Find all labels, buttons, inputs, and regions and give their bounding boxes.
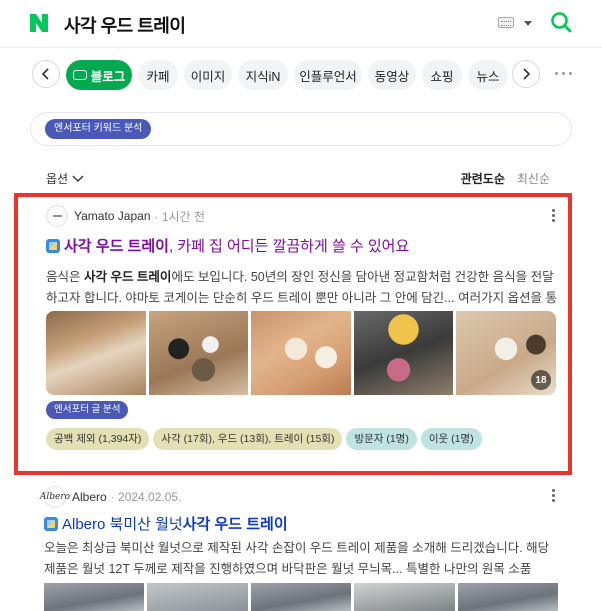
thumbnail[interactable]: [353, 311, 454, 395]
image-post-icon: [46, 238, 60, 253]
vertical-tabs: 블로그 카페 이미지 지식iN 인플루언서 동영상 쇼핑 뉴스: [0, 56, 602, 96]
thumbnail[interactable]: [148, 311, 249, 395]
tab-news[interactable]: 뉴스: [468, 60, 508, 90]
source-name: Albero: [72, 490, 107, 504]
post-analysis-button[interactable]: 엔서포터 글 분석: [46, 401, 129, 419]
sort-relevance[interactable]: 관련도순: [461, 170, 505, 187]
keyboard-icon[interactable]: [498, 17, 514, 28]
image-count-badge: 18: [530, 370, 551, 390]
post-date: · 2024.02.05.: [110, 490, 182, 504]
keyword-analysis-button[interactable]: 엔서포터 키워드 분석: [45, 119, 152, 139]
chip-visitors: 방문자 (1명): [346, 428, 417, 450]
thumbnail[interactable]: [354, 583, 455, 611]
tab-cafe[interactable]: 카페: [138, 60, 178, 90]
chip-neighbors: 이웃 (1명): [420, 428, 482, 450]
thumbnail[interactable]: [147, 583, 248, 611]
chevron-left-icon: [41, 68, 49, 80]
result-title[interactable]: Albero 북미산 월넛 사각 우드 트레이: [44, 513, 288, 534]
thumbnail[interactable]: 18: [456, 311, 556, 395]
search-query[interactable]: 사각 우드 트레이: [64, 12, 186, 38]
thumbnail[interactable]: [250, 583, 352, 611]
image-gallery: 18: [46, 311, 556, 395]
result-title[interactable]: 사각 우드 트레이, 카페 집 어디든 깔끔하게 쓸 수 있어요: [46, 235, 409, 256]
options-toggle[interactable]: 옵션: [46, 170, 84, 187]
chip-keyword-counts: 사각 (17회), 우드 (13회), 트레이 (15회): [153, 428, 343, 450]
tab-kin[interactable]: 지식iN: [238, 60, 288, 90]
tab-influencer[interactable]: 인플루언서: [294, 60, 362, 90]
result-source[interactable]: Yamato Japan · 1시간 전: [46, 205, 205, 227]
kebab-menu-icon[interactable]: [552, 489, 556, 503]
analysis-chips: 공백 제외 (1,394자) 사각 (17회), 우드 (13회), 트레이 (…: [46, 428, 482, 450]
tab-images[interactable]: 이미지: [184, 60, 232, 90]
sort-recent[interactable]: 최신순: [517, 170, 550, 187]
highlighted-result: Yamato Japan · 1시간 전 사각 우드 트레이, 카페 집 어디든…: [14, 193, 572, 475]
source-name: Yamato Japan: [74, 209, 151, 223]
thumbnail[interactable]: [251, 311, 351, 395]
tabs-prev-button[interactable]: [32, 60, 60, 88]
tab-blog[interactable]: 블로그: [66, 60, 132, 90]
blog-icon: [72, 70, 87, 80]
post-time: · 1시간 전: [154, 209, 205, 224]
sort-options: 관련도순 최신순: [461, 170, 550, 187]
thumbnail[interactable]: [457, 583, 558, 611]
chevron-right-icon: [523, 68, 531, 80]
image-post-icon: [44, 516, 58, 531]
avatar: [46, 205, 68, 227]
options-label: 옵션: [46, 172, 69, 186]
naver-logo-icon[interactable]: [28, 12, 50, 34]
more-icon[interactable]: [555, 72, 573, 76]
search-header: 사각 우드 트레이: [0, 0, 602, 48]
chevron-down-icon[interactable]: [524, 21, 532, 26]
kebab-menu-icon[interactable]: [552, 209, 556, 223]
tab-label: 블로그: [90, 69, 126, 84]
result-source[interactable]: Albero Albero · 2024.02.05.: [40, 486, 182, 508]
tabs-next-button[interactable]: [512, 60, 540, 88]
thumbnail[interactable]: [46, 311, 146, 395]
avatar: Albero: [40, 486, 70, 508]
thumbnail[interactable]: [44, 583, 145, 611]
search-icon[interactable]: [550, 11, 572, 33]
chip-char-count: 공백 제외 (1,394자): [46, 428, 150, 450]
image-gallery: [44, 583, 558, 611]
chevron-down-icon: [72, 175, 84, 182]
keyword-analysis-bar: 엔서포터 키워드 분석: [30, 112, 572, 146]
tab-shopping[interactable]: 쇼핑: [422, 60, 462, 90]
tab-video[interactable]: 동영상: [368, 60, 416, 90]
